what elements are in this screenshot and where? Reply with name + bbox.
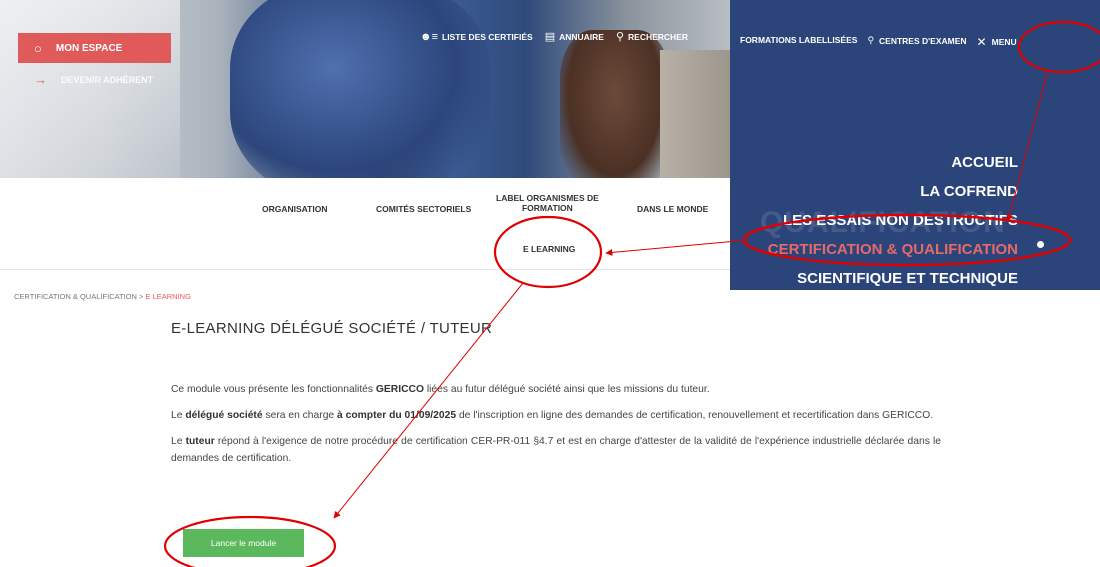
p3-tuteur: tuteur	[185, 436, 215, 447]
p2-delegue: délégué société	[185, 410, 263, 421]
annuaire-link[interactable]: ▤ ANNUAIRE	[545, 30, 604, 43]
p2-text-e: de l'inscription en ligne des demandes d…	[456, 410, 934, 421]
menu-items: ACCUEIL LA COFREND LES ESSAIS NON DESTRU…	[768, 148, 1018, 293]
main-menu-panel: FORMATIONS LABELLISÉES ⚲ CENTRES D'EXAME…	[730, 0, 1100, 290]
page-title: E-LEARNING DÉLÉGUÉ SOCIÉTÉ / TUTEUR	[171, 320, 493, 337]
p2-date: à compter du 01/09/2025	[337, 410, 457, 421]
p2-text-a: Le	[171, 410, 186, 421]
mon-espace-label: MON ESPACE	[55, 42, 123, 54]
active-dot-icon	[1037, 241, 1044, 248]
mon-espace-button[interactable]: ○ MON ESPACE	[18, 33, 171, 63]
book-icon: ▤	[544, 31, 556, 43]
breadcrumb-current: E LEARNING	[145, 292, 191, 301]
p3-text-a: Le	[171, 436, 186, 447]
menu-topbar: FORMATIONS LABELLISÉES ⚲ CENTRES D'EXAME…	[730, 0, 1100, 80]
hero-worker-jacket	[230, 0, 490, 178]
rechercher-label: RECHERCHER	[628, 31, 689, 42]
nav-e-learning[interactable]: E LEARNING	[523, 244, 575, 254]
search-icon: ⚲	[615, 31, 625, 43]
nav-divider	[0, 269, 730, 270]
location-icon: ⚲	[867, 35, 875, 45]
top-links: ☻≡ LISTE DES CERTIFIÉS ▤ ANNUAIRE ⚲ RECH…	[420, 30, 688, 44]
nav-label-line2: FORMATION	[521, 203, 573, 213]
liste-certifies-label: LISTE DES CERTIFIÉS	[442, 31, 533, 42]
formations-labellisees-link[interactable]: FORMATIONS LABELLISÉES	[740, 35, 857, 45]
rechercher-link[interactable]: ⚲ RECHERCHER	[616, 30, 688, 43]
p1-gericco: GERICCO	[375, 384, 424, 395]
p2-text-c: sera en charge	[262, 410, 338, 421]
p1-text-a: Ce module vous présente les fonctionnali…	[171, 384, 376, 395]
launch-module-button[interactable]: Lancer le module	[183, 529, 304, 557]
hero-banner	[0, 0, 730, 178]
sub-navigation: ORGANISATION COMITÉS SECTORIELS LABEL OR…	[0, 192, 730, 272]
hero-worker-hand	[560, 30, 670, 178]
liste-certifies-link[interactable]: ☻≡ LISTE DES CERTIFIÉS	[420, 30, 533, 43]
paragraph-delegue: Le délégué société sera en charge à comp…	[171, 407, 941, 424]
formations-label: FORMATIONS LABELLISÉES	[740, 35, 858, 45]
arrow-right-icon: →	[34, 72, 47, 87]
menu-item-la-cofrend[interactable]: LA COFREND	[768, 177, 1018, 206]
breadcrumb-separator: >	[136, 292, 146, 301]
nav-comites-sectoriels[interactable]: COMITÉS SECTORIELS	[376, 204, 471, 214]
hero-sheen	[0, 0, 180, 178]
menu-item-scientifique-technique[interactable]: SCIENTIFIQUE ET TECHNIQUE	[768, 264, 1018, 293]
p1-text-c: liées au futur délégué société ainsi que…	[423, 384, 710, 395]
breadcrumb-parent[interactable]: CERTIFICATION & QUALIFICATION	[14, 292, 137, 301]
close-icon: ✕	[976, 35, 987, 49]
hero-equipment	[660, 50, 730, 178]
paragraph-intro: Ce module vous présente les fonctionnali…	[171, 381, 941, 398]
devenir-adherent-link[interactable]: → DEVENIR ADHÉRENT	[34, 72, 153, 87]
centres-examen-link[interactable]: ⚲ CENTRES D'EXAMEN	[867, 35, 966, 46]
centres-label: CENTRES D'EXAMEN	[879, 35, 967, 46]
nav-dans-le-monde[interactable]: DANS LE MONDE	[637, 204, 708, 214]
user-icon: ○	[34, 40, 42, 56]
paragraph-tuteur: Le tuteur répond à l'exigence de notre p…	[171, 433, 941, 467]
menu-item-certification-qualification[interactable]: CERTIFICATION & QUALIFICATION	[768, 235, 1018, 264]
nav-organisation[interactable]: ORGANISATION	[262, 204, 327, 214]
annuaire-label: ANNUAIRE	[559, 31, 604, 42]
menu-item-accueil[interactable]: ACCUEIL	[768, 148, 1018, 177]
menu-toggle-button[interactable]: ✕ MENU	[977, 35, 1017, 49]
breadcrumb: CERTIFICATION & QUALIFICATION > E LEARNI…	[14, 292, 191, 301]
certified-list-icon: ☻≡	[420, 30, 438, 43]
page-content: Ce module vous présente les fonctionnali…	[171, 381, 941, 476]
p3-text-c: répond à l'exigence de notre procédure d…	[171, 436, 941, 464]
menu-label: MENU	[991, 37, 1017, 47]
devenir-adherent-label: DEVENIR ADHÉRENT	[61, 74, 154, 85]
nav-label-organismes[interactable]: LABEL ORGANISMES DE FORMATION	[496, 193, 599, 213]
nav-label-line1: LABEL ORGANISMES DE	[496, 193, 599, 203]
menu-item-essais-non-destructifs[interactable]: LES ESSAIS NON DESTRUCTIFS	[768, 206, 1018, 235]
